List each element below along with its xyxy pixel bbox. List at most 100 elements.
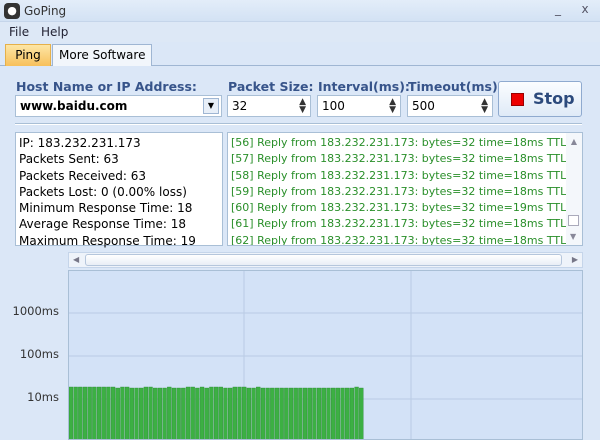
spinner-icon[interactable]: ▲ ▼ (299, 98, 306, 115)
response-bar (218, 386, 223, 439)
response-bar (139, 387, 144, 439)
host-combobox[interactable]: www.baidu.com ▼ (15, 95, 222, 117)
response-bar (134, 387, 139, 439)
response-bar (190, 386, 195, 439)
response-bar (101, 386, 106, 439)
packet-size-label: Packet Size: (228, 79, 314, 94)
response-bar (359, 387, 364, 439)
response-bar (232, 386, 237, 439)
packet-size-input[interactable]: 32 ▲ ▼ (227, 95, 311, 117)
menu-help[interactable]: Help (41, 25, 68, 39)
response-bar (213, 386, 219, 439)
response-bar (124, 386, 130, 439)
response-bar (73, 386, 78, 439)
response-bar (284, 387, 289, 439)
response-bar (335, 387, 340, 439)
host-label: Host Name or IP Address: (16, 79, 197, 94)
scroll-thumb[interactable] (568, 215, 579, 226)
response-bar (237, 386, 242, 439)
tab-bar: Ping More Software (0, 42, 600, 66)
y-tick-label: 100ms (19, 347, 59, 361)
response-bar (260, 387, 266, 439)
tab-ping[interactable]: Ping (5, 44, 51, 66)
stop-icon (511, 93, 524, 106)
response-bar (148, 386, 153, 439)
stop-button[interactable]: Stop (498, 81, 582, 117)
response-bar (321, 387, 326, 439)
response-bar (345, 387, 350, 439)
response-bar (270, 387, 275, 439)
response-bar (209, 386, 214, 439)
stat-line: IP: 183.232.231.173 (19, 136, 141, 150)
response-chart (68, 270, 583, 440)
tab-more-software[interactable]: More Software (52, 44, 153, 66)
response-bar (162, 387, 167, 439)
log-line: [57] Reply from 183.232.231.173: bytes=3… (231, 152, 583, 166)
log-panel: [56] Reply from 183.232.231.173: bytes=3… (227, 132, 583, 246)
response-bar (349, 387, 355, 439)
chart-hscrollbar[interactable]: ◀ ▶ (68, 252, 583, 268)
response-bar (312, 387, 317, 439)
response-bar (246, 387, 252, 439)
divider (15, 123, 582, 125)
response-bar (302, 387, 308, 439)
response-bar (293, 387, 298, 439)
response-bar (228, 387, 233, 439)
response-bar (176, 387, 181, 439)
response-bar (143, 386, 149, 439)
response-bar (354, 386, 359, 439)
timeout-label: Timeout(ms): (408, 79, 503, 94)
host-value: www.baidu.com (20, 99, 128, 113)
stats-panel: IP: 183.232.231.173 Packets Sent: 63 Packe… (15, 132, 223, 248)
response-bar (251, 387, 256, 439)
response-bar (279, 387, 284, 439)
timeout-input[interactable]: 500 ▲ ▼ (407, 95, 493, 117)
close-button[interactable]: x (575, 2, 595, 18)
log-scrollbar[interactable]: ▲ ▼ (566, 133, 582, 245)
dropdown-arrow-icon[interactable]: ▼ (203, 98, 219, 114)
scroll-left-icon[interactable]: ◀ (73, 255, 79, 264)
y-tick-label: 10ms (27, 390, 59, 404)
menu-file[interactable]: File (9, 25, 29, 39)
log-line: [59] Reply from 183.232.231.173: bytes=3… (231, 184, 583, 198)
response-bar (78, 386, 83, 439)
packet-size-value: 32 (232, 99, 248, 113)
response-bar (167, 386, 172, 439)
response-bar (115, 387, 120, 439)
response-bar (316, 387, 322, 439)
log-line: [58] Reply from 183.232.231.173: bytes=3… (231, 168, 583, 182)
response-bar (106, 386, 111, 439)
response-bar (274, 387, 280, 439)
response-bar (242, 386, 247, 439)
response-bar (298, 387, 303, 439)
stat-line: Packets Lost: 0 (0.00% loss) (19, 184, 187, 199)
scroll-down-icon[interactable]: ▼ (570, 232, 576, 241)
log-line: [62] Reply from 183.232.231.173: bytes=3… (231, 233, 583, 246)
scroll-right-icon[interactable]: ▶ (572, 255, 578, 264)
response-bar (129, 387, 134, 439)
interval-input[interactable]: 100 ▲ ▼ (317, 95, 401, 117)
response-bar (331, 387, 336, 439)
interval-value: 100 (322, 99, 345, 113)
response-bar (195, 387, 200, 439)
title-bar: ● GoPing _ x (0, 0, 600, 22)
response-bar (199, 386, 205, 439)
response-bar (204, 387, 209, 439)
menu-bar: File Help (0, 22, 600, 42)
spinner-icon[interactable]: ▲ ▼ (389, 98, 396, 115)
app-icon: ● (4, 3, 20, 19)
timeout-value: 500 (412, 99, 435, 113)
minimize-button[interactable]: _ (548, 2, 568, 18)
response-bar (157, 387, 163, 439)
scroll-thumb[interactable] (85, 254, 562, 266)
stat-line: Minimum Response Time: 18 (19, 201, 193, 216)
response-bar (307, 387, 312, 439)
scroll-up-icon[interactable]: ▲ (566, 137, 582, 146)
y-tick-label: 1000ms (12, 304, 59, 318)
response-bar (181, 387, 186, 439)
stat-line: Maximum Response Time: 19 (19, 233, 196, 248)
spinner-icon[interactable]: ▲ ▼ (481, 98, 488, 115)
response-bar (82, 386, 88, 439)
stat-line: Packets Sent: 63 (19, 152, 119, 167)
response-bar (326, 387, 331, 439)
